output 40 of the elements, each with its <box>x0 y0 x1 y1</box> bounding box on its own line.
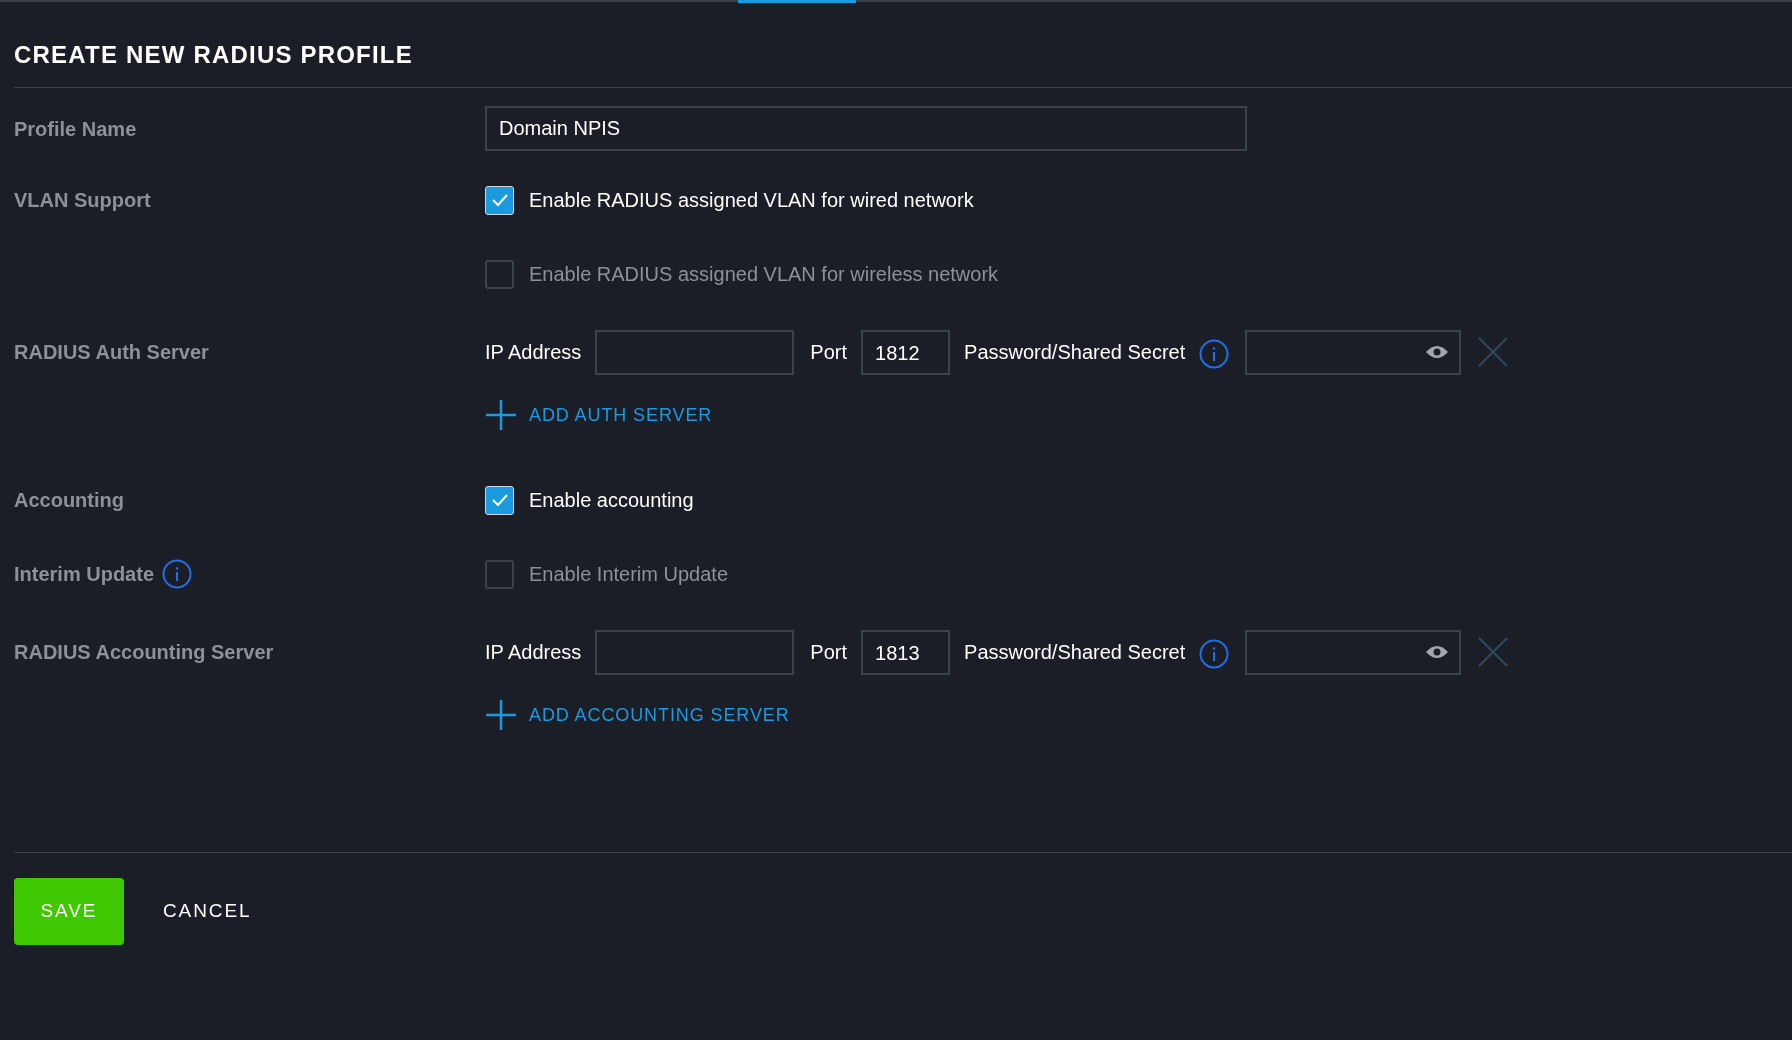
checkbox-label[interactable]: Enable accounting <box>529 485 694 515</box>
checkbox-label[interactable]: Enable RADIUS assigned VLAN for wired network <box>529 185 974 215</box>
ip-address-field[interactable] <box>595 629 795 675</box>
close-icon[interactable] <box>1477 636 1510 668</box>
field-label: Profile Name <box>14 116 137 142</box>
secret-label: Password/Shared Secret <box>964 640 1186 665</box>
field-label: RADIUS Auth Server <box>14 340 209 365</box>
checkbox-label[interactable]: Enable RADIUS assigned VLAN for wireless network <box>529 259 999 289</box>
plus-icon <box>485 399 517 431</box>
ip-address-label: IP Address <box>485 640 582 665</box>
secret-label: Password/Shared Secret <box>964 340 1186 365</box>
info-icon[interactable] <box>162 559 193 589</box>
field-label: RADIUS Accounting Server <box>14 640 274 665</box>
checkbox-label[interactable]: Enable Interim Update <box>529 559 728 589</box>
profile-name-field[interactable]: Domain NPIS <box>485 106 1247 151</box>
info-icon[interactable] <box>1199 339 1230 369</box>
ip-address-field[interactable] <box>595 329 795 375</box>
add-server-link[interactable]: ADD AUTH SERVER <box>485 399 713 431</box>
ip-address-label: IP Address <box>485 340 582 365</box>
secret-field[interactable] <box>1245 629 1462 675</box>
eye-icon[interactable] <box>1425 644 1450 660</box>
field-label: Interim Update <box>14 562 155 587</box>
checkbox[interactable] <box>485 259 514 289</box>
info-icon[interactable] <box>1199 639 1230 669</box>
secret-field[interactable] <box>1245 329 1462 375</box>
page-title: CREATE NEW RADIUS PROFILE <box>14 40 413 70</box>
eye-icon[interactable] <box>1425 344 1450 360</box>
field-label: Accounting <box>14 488 124 513</box>
checkbox[interactable] <box>485 559 514 589</box>
checkmark-icon <box>490 493 509 507</box>
plus-icon <box>485 699 517 731</box>
cancel-button[interactable]: CANCEL <box>163 897 252 926</box>
port-label: Port <box>810 640 848 665</box>
port-field[interactable]: 1813 <box>861 629 951 675</box>
port-field[interactable]: 1812 <box>861 329 951 375</box>
port-label: Port <box>810 340 848 365</box>
add-server-link[interactable]: ADD ACCOUNTING SERVER <box>485 699 790 731</box>
close-icon[interactable] <box>1477 336 1510 368</box>
field-label: VLAN Support <box>14 188 151 213</box>
checkmark-icon <box>490 193 509 207</box>
